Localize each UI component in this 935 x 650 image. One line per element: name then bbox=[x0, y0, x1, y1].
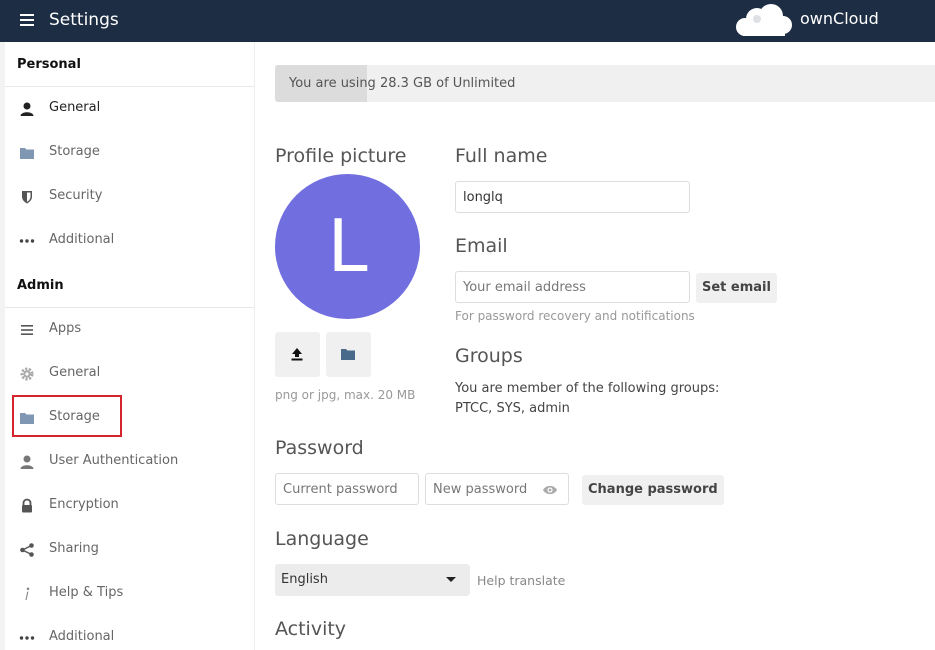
sidebar-item-personal-storage[interactable]: Storage bbox=[5, 133, 254, 173]
folder-icon bbox=[20, 148, 34, 159]
divider bbox=[5, 307, 254, 308]
change-password-button[interactable]: Change password bbox=[582, 475, 724, 505]
avatar: L bbox=[275, 174, 420, 319]
groups-intro: You are member of the following groups: bbox=[455, 381, 720, 396]
sidebar-item-sharing[interactable]: Sharing bbox=[5, 530, 254, 570]
sidebar-item-personal-security[interactable]: Security bbox=[5, 177, 254, 217]
shield-icon bbox=[22, 191, 32, 204]
full-name-field[interactable] bbox=[455, 181, 690, 213]
email-heading: Email bbox=[455, 235, 508, 257]
app-title[interactable]: Settings bbox=[49, 10, 119, 30]
sidebar-item-label: Additional bbox=[49, 232, 115, 247]
current-password-field[interactable] bbox=[275, 473, 419, 505]
upload-picture-button[interactable] bbox=[275, 332, 320, 377]
sidebar-item-label: Security bbox=[49, 188, 103, 203]
share-icon bbox=[20, 543, 34, 557]
user-icon bbox=[20, 102, 34, 116]
sidebar-item-apps[interactable]: Apps bbox=[5, 310, 254, 350]
sidebar-item-user-authentication[interactable]: User Authentication bbox=[5, 442, 254, 482]
cloud-logo-icon[interactable] bbox=[733, 3, 793, 37]
sidebar-item-admin-general[interactable]: General bbox=[5, 354, 254, 394]
password-heading: Password bbox=[275, 437, 364, 459]
email-hint: For password recovery and notifications bbox=[455, 309, 695, 323]
sidebar-item-label: User Authentication bbox=[49, 453, 179, 468]
choose-picture-button[interactable] bbox=[326, 332, 371, 377]
picture-hint: png or jpg, max. 20 MB bbox=[275, 388, 416, 402]
sidebar-item-label: Apps bbox=[49, 321, 82, 336]
profile-picture-heading: Profile picture bbox=[275, 145, 407, 167]
more-icon bbox=[19, 636, 35, 640]
list-icon bbox=[21, 325, 33, 335]
language-select[interactable]: English bbox=[275, 564, 470, 596]
sidebar-item-label: Encryption bbox=[49, 497, 119, 512]
help-translate-link[interactable]: Help translate bbox=[477, 573, 565, 588]
storage-highlight-box bbox=[12, 395, 122, 437]
sidebar-item-label: Help & Tips bbox=[49, 585, 124, 600]
brand-name: ownCloud bbox=[800, 9, 879, 28]
sidebar-item-encryption[interactable]: Encryption bbox=[5, 486, 254, 526]
activity-heading: Activity bbox=[275, 618, 347, 640]
sidebar-item-label: General bbox=[49, 100, 101, 115]
eye-icon[interactable] bbox=[542, 484, 558, 496]
groups-list: PTCC, SYS, admin bbox=[455, 401, 570, 416]
full-name-heading: Full name bbox=[455, 145, 548, 167]
gear-icon bbox=[20, 367, 34, 381]
info-icon bbox=[25, 587, 30, 600]
more-icon bbox=[19, 239, 35, 243]
groups-heading: Groups bbox=[455, 345, 523, 367]
sidebar-item-personal-additional[interactable]: Additional bbox=[5, 221, 254, 261]
sidebar-item-label: Additional bbox=[49, 629, 115, 644]
quota-text: You are using 28.3 GB of Unlimited bbox=[289, 76, 516, 91]
folder-icon bbox=[341, 349, 355, 360]
hamburger-icon[interactable] bbox=[20, 14, 34, 26]
set-email-button[interactable]: Set email bbox=[696, 273, 777, 303]
sidebar-item-admin-additional[interactable]: Additional bbox=[5, 618, 254, 650]
lock-icon bbox=[22, 498, 32, 513]
section-heading-admin: Admin bbox=[17, 278, 64, 293]
caret-down-icon bbox=[446, 577, 456, 582]
section-heading-personal: Personal bbox=[17, 57, 81, 72]
sidebar-item-label: General bbox=[49, 365, 101, 380]
language-heading: Language bbox=[275, 528, 369, 550]
email-field[interactable] bbox=[455, 271, 690, 303]
language-selected: English bbox=[281, 572, 328, 587]
sidebar-item-label: Storage bbox=[49, 144, 100, 159]
top-bar: Settings ownCloud bbox=[0, 0, 935, 42]
upload-icon bbox=[291, 348, 303, 361]
quota-bar: You are using 28.3 GB of Unlimited bbox=[275, 65, 935, 102]
divider bbox=[5, 86, 254, 87]
user-icon bbox=[20, 455, 34, 469]
sidebar-item-help-tips[interactable]: Help & Tips bbox=[5, 574, 254, 614]
sidebar-item-personal-general[interactable]: General bbox=[5, 89, 254, 129]
sidebar-item-label: Sharing bbox=[49, 541, 99, 556]
